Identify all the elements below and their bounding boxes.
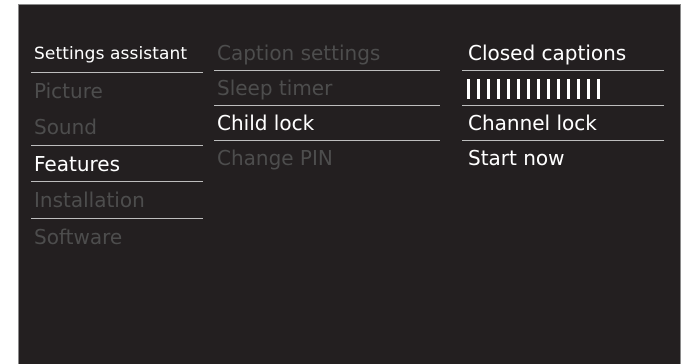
menu-item-label: Child lock bbox=[217, 111, 315, 135]
menu-item-label: Picture bbox=[34, 78, 103, 103]
pin-entry-field[interactable] bbox=[462, 71, 664, 106]
pin-bar bbox=[497, 79, 500, 99]
menu-item-label: Installation bbox=[34, 188, 145, 212]
menu-item-software[interactable]: Software bbox=[31, 219, 203, 256]
menu-item-sleep-timer[interactable]: Sleep timer bbox=[214, 71, 440, 106]
menu-item-label: Closed captions bbox=[468, 41, 627, 65]
pin-bar bbox=[597, 79, 600, 99]
features-column: Caption settings Sleep timer Child lock … bbox=[214, 36, 440, 176]
pin-bar bbox=[507, 79, 510, 99]
child-lock-column: Closed captions Channel lock Start now bbox=[462, 36, 664, 176]
menu-item-installation[interactable]: Installation bbox=[31, 182, 203, 219]
menu-item-label: Software bbox=[34, 224, 123, 249]
pin-entry-bars bbox=[467, 79, 600, 99]
menu-item-features[interactable]: Features bbox=[31, 146, 203, 183]
pin-bar bbox=[557, 79, 560, 99]
pin-bar bbox=[577, 79, 580, 99]
menu-item-label: Start now bbox=[468, 146, 565, 170]
menu-item-sound[interactable]: Sound bbox=[31, 109, 203, 146]
menu-item-label: Channel lock bbox=[468, 111, 597, 135]
menu-item-label: Sleep timer bbox=[217, 76, 333, 100]
menu-item-caption-settings[interactable]: Caption settings bbox=[214, 36, 440, 71]
category-column: Settings assistant Picture Sound Feature… bbox=[31, 36, 203, 255]
pin-bar bbox=[527, 79, 530, 99]
menu-item-change-pin[interactable]: Change PIN bbox=[214, 141, 440, 176]
menu-item-label: Sound bbox=[34, 115, 97, 139]
menu-item-label: Features bbox=[34, 151, 120, 176]
menu-item-label: Settings assistant bbox=[34, 44, 188, 64]
pin-bar bbox=[537, 79, 540, 99]
menu-item-closed-captions[interactable]: Closed captions bbox=[462, 36, 664, 71]
menu-item-start-now[interactable]: Start now bbox=[462, 141, 664, 176]
menu-item-label: Caption settings bbox=[217, 41, 381, 65]
tv-menu-screen: Settings assistant Picture Sound Feature… bbox=[18, 4, 681, 364]
menu-item-picture[interactable]: Picture bbox=[31, 73, 203, 110]
pin-bar bbox=[517, 79, 520, 99]
menu-item-child-lock[interactable]: Child lock bbox=[214, 106, 440, 141]
pin-bar bbox=[477, 79, 480, 99]
menu-item-label: Change PIN bbox=[217, 146, 333, 170]
pin-bar bbox=[547, 79, 550, 99]
pin-bar bbox=[567, 79, 570, 99]
pin-bar bbox=[587, 79, 590, 99]
pin-bar bbox=[487, 79, 490, 99]
menu-item-channel-lock[interactable]: Channel lock bbox=[462, 106, 664, 141]
pin-bar bbox=[467, 79, 470, 99]
menu-item-settings-assistant[interactable]: Settings assistant bbox=[31, 36, 203, 73]
